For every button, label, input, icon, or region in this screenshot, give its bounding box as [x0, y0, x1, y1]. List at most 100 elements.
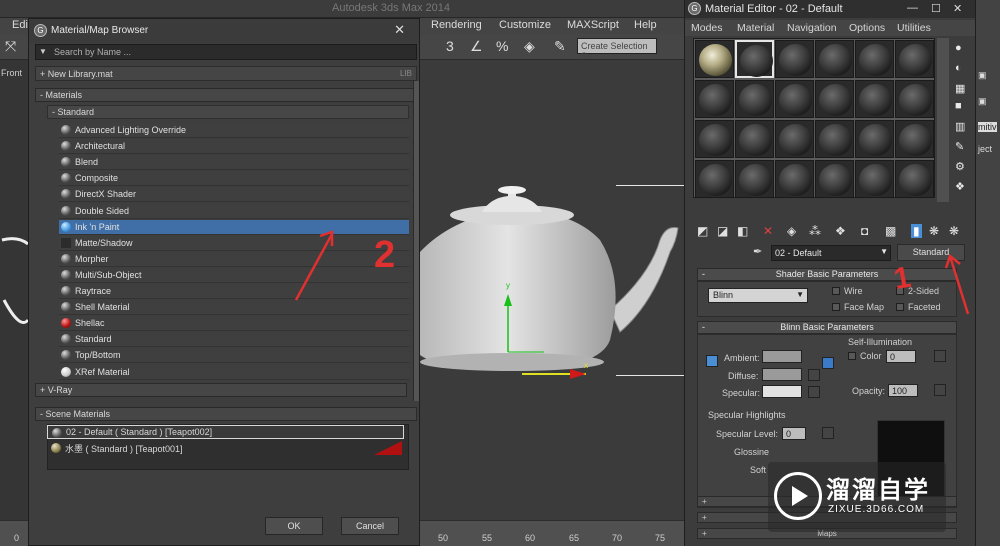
- menu-maxscript[interactable]: MAXScript: [567, 19, 619, 31]
- make-unique-icon[interactable]: ⁂: [809, 224, 821, 238]
- scene-materials-group[interactable]: - Scene Materials: [35, 407, 417, 421]
- menu-customize[interactable]: Customize: [499, 19, 551, 31]
- close-icon[interactable]: ✕: [394, 22, 405, 38]
- ok-button[interactable]: OK: [265, 517, 323, 535]
- shader-select[interactable]: Blinn ▼: [708, 288, 808, 303]
- sample-slot[interactable]: [815, 120, 854, 158]
- material-type-item[interactable]: Ink 'n Paint: [59, 219, 409, 235]
- chevron-down-icon[interactable]: ▼: [39, 47, 47, 56]
- reset-icon[interactable]: ✕: [763, 224, 773, 238]
- teapot-model[interactable]: y x: [420, 180, 684, 380]
- material-type-item[interactable]: Blend: [59, 155, 409, 171]
- material-type-item[interactable]: Matte/Shadow: [59, 235, 409, 251]
- material-type-item[interactable]: Architectural: [59, 139, 409, 155]
- go-to-parent-icon[interactable]: ❋: [929, 224, 939, 238]
- sample-slot[interactable]: [855, 160, 894, 198]
- cancel-button[interactable]: Cancel: [341, 517, 399, 535]
- sample-slot[interactable]: [735, 160, 774, 198]
- material-type-item[interactable]: Standard: [59, 332, 409, 348]
- material-type-item[interactable]: Raytrace: [59, 284, 409, 299]
- sample-slot[interactable]: [695, 80, 734, 118]
- sample-slot[interactable]: [775, 40, 814, 78]
- edit-named-sel-icon[interactable]: ✎: [554, 38, 566, 55]
- browser-scrollbar[interactable]: [413, 81, 419, 401]
- ambient-diffuse-lock-icon[interactable]: [822, 357, 834, 369]
- menu-navigation[interactable]: Navigation: [787, 22, 837, 34]
- spec-level-map-button[interactable]: [822, 427, 834, 439]
- shader-basic-rollout[interactable]: - Shader Basic Parameters: [697, 268, 957, 281]
- self-illum-map-button[interactable]: [934, 350, 946, 362]
- self-illum-color-checkbox[interactable]: Color: [848, 351, 882, 361]
- ambient-lock-icon[interactable]: [706, 355, 718, 367]
- menu-help[interactable]: Help: [634, 19, 657, 31]
- spec-level-value[interactable]: 0: [782, 427, 806, 440]
- material-type-item[interactable]: Composite: [59, 171, 409, 187]
- opacity-value[interactable]: 100: [888, 384, 918, 397]
- uv-tiling-icon[interactable]: ■: [955, 100, 962, 112]
- show-map-icon[interactable]: ▩: [885, 224, 896, 238]
- material-type-item[interactable]: Top/Bottom: [59, 348, 409, 364]
- sample-slot[interactable]: [815, 80, 854, 118]
- eyedropper-icon[interactable]: ✒: [753, 245, 762, 258]
- sample-slot[interactable]: [695, 40, 734, 78]
- material-type-item[interactable]: DirectX Shader: [59, 187, 409, 203]
- copy-material-icon[interactable]: ◈: [787, 224, 796, 238]
- close-icon[interactable]: ✕: [953, 2, 962, 15]
- backlight-icon[interactable]: ◐: [955, 62, 962, 74]
- blinn-basic-rollout[interactable]: - Blinn Basic Parameters: [697, 321, 957, 334]
- diffuse-map-button[interactable]: [808, 369, 820, 381]
- browser-titlebar[interactable]: G Material/Map Browser ✕: [29, 19, 419, 43]
- material-type-item[interactable]: Advanced Lighting Override: [59, 123, 409, 138]
- menu-utilities[interactable]: Utilities: [897, 22, 931, 34]
- get-material-icon[interactable]: ◩: [697, 224, 708, 238]
- sample-slot[interactable]: [775, 160, 814, 198]
- sample-slot[interactable]: [855, 120, 894, 158]
- menu-modes[interactable]: Modes: [691, 22, 723, 34]
- materials-group[interactable]: - Materials: [35, 88, 417, 102]
- sample-type-icon[interactable]: ●: [955, 42, 962, 54]
- scene-material-item[interactable]: 水墨 ( Standard ) [Teapot001]: [47, 441, 404, 455]
- sample-slot[interactable]: [855, 40, 894, 78]
- sample-slot[interactable]: [735, 120, 774, 158]
- sample-slot[interactable]: [895, 160, 934, 198]
- sample-slot[interactable]: [735, 40, 774, 78]
- material-name-field[interactable]: 02 - Default ▼: [771, 245, 891, 261]
- select-by-material-icon[interactable]: ❖: [955, 180, 965, 193]
- material-type-item[interactable]: Shellac: [59, 316, 409, 332]
- angle-snap-icon[interactable]: ∠: [470, 38, 483, 55]
- material-type-item[interactable]: Double Sided: [59, 203, 409, 219]
- new-library-row[interactable]: + New Library.mat LIB: [35, 66, 417, 81]
- put-to-library-icon[interactable]: ❖: [835, 224, 846, 238]
- background-icon[interactable]: ▦: [955, 82, 965, 95]
- command-panel-icon[interactable]: ▣: [978, 70, 987, 81]
- options-icon[interactable]: ⚙: [955, 160, 965, 173]
- opacity-map-button[interactable]: [934, 384, 946, 396]
- minimize-icon[interactable]: —: [907, 2, 918, 14]
- sample-slot[interactable]: [895, 40, 934, 78]
- menu-rendering[interactable]: Rendering: [431, 19, 482, 31]
- command-panel-icon[interactable]: ▣: [978, 96, 987, 107]
- material-type-item[interactable]: Multi/Sub-Object: [59, 267, 409, 283]
- material-type-item[interactable]: XRef Material: [59, 364, 409, 380]
- faceted-checkbox[interactable]: Faceted: [896, 302, 941, 312]
- vray-group[interactable]: + V-Ray: [35, 383, 407, 397]
- diffuse-color-swatch[interactable]: [762, 368, 802, 381]
- percent-snap-icon[interactable]: %: [496, 38, 508, 54]
- assign-material-icon[interactable]: ◧: [737, 224, 748, 238]
- material-type-item[interactable]: Morpher: [59, 251, 409, 267]
- sample-slot[interactable]: [815, 160, 854, 198]
- specular-map-button[interactable]: [808, 386, 820, 398]
- show-end-result-icon[interactable]: ▮: [911, 224, 922, 238]
- sample-slot[interactable]: [775, 120, 814, 158]
- chevron-down-icon[interactable]: ▼: [880, 247, 888, 256]
- maximize-icon[interactable]: ☐: [931, 2, 941, 15]
- standard-group[interactable]: - Standard: [47, 105, 409, 119]
- create-selection-set[interactable]: Create Selection Se: [577, 38, 657, 61]
- sample-slot[interactable]: [855, 80, 894, 118]
- material-id-icon[interactable]: ◘: [861, 224, 868, 238]
- put-to-scene-icon[interactable]: ◪: [717, 224, 728, 238]
- sample-slot[interactable]: [695, 160, 734, 198]
- viewport-label[interactable]: Front: [1, 68, 22, 78]
- face-map-checkbox[interactable]: Face Map: [832, 302, 884, 312]
- ambient-color-swatch[interactable]: [762, 350, 802, 363]
